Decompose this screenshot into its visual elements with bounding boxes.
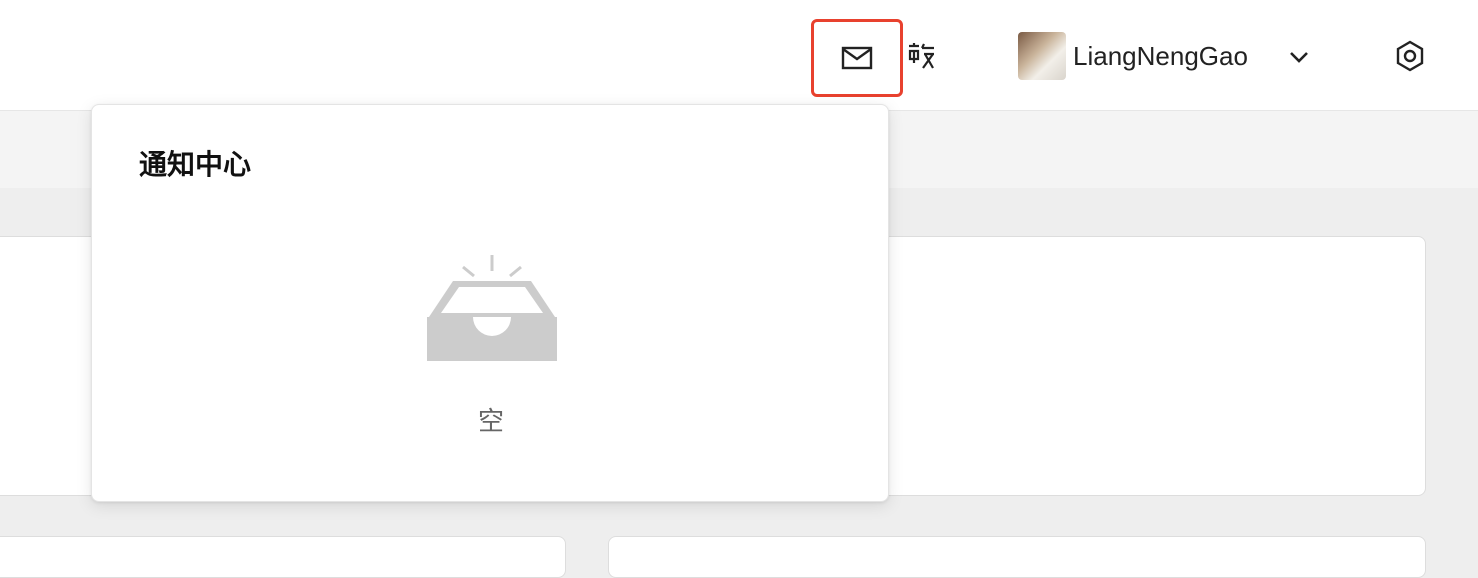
language-switch-button[interactable] <box>902 36 942 76</box>
settings-icon <box>1396 40 1424 72</box>
popover-title: 通知中心 <box>139 148 252 181</box>
translate-icon <box>908 43 934 69</box>
settings-button[interactable] <box>1390 36 1430 76</box>
chevron-down-icon <box>1290 52 1308 63</box>
notification-mail-button[interactable] <box>811 19 903 97</box>
mail-icon <box>841 46 873 70</box>
content-card-bottom-right <box>608 536 1426 578</box>
user-menu-toggle[interactable] <box>1284 42 1314 72</box>
empty-inbox-icon <box>427 255 557 361</box>
notification-center-popover: 通知中心 空 <box>91 104 889 502</box>
content-card-bottom-left <box>0 536 566 578</box>
user-avatar[interactable] <box>1018 32 1066 80</box>
empty-state-text: 空 <box>477 407 504 437</box>
username-label[interactable]: LiangNengGao <box>1073 38 1248 74</box>
top-navigation-bar <box>0 0 1478 111</box>
